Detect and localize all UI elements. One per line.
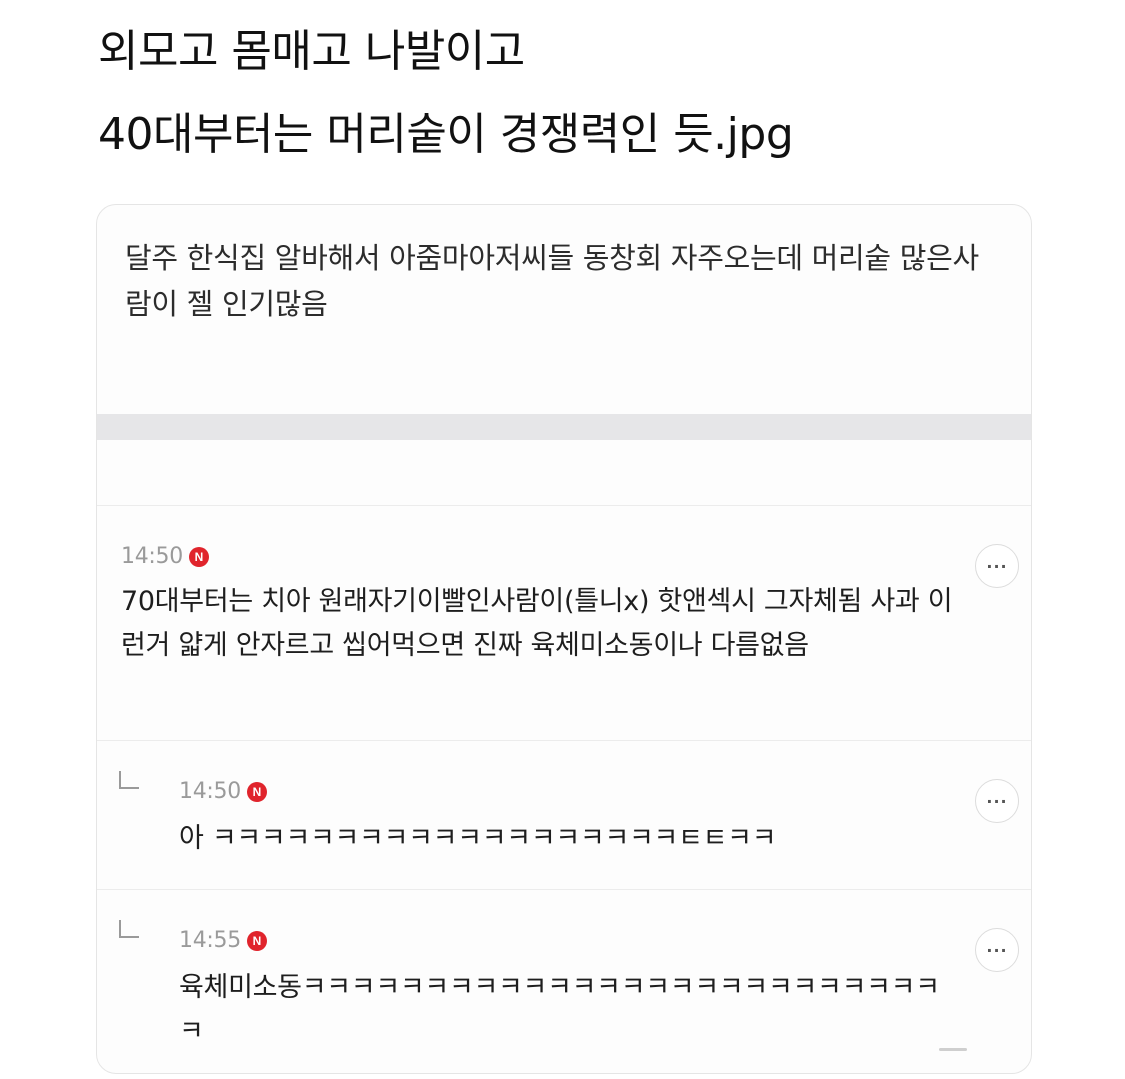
reply-arrow-icon [119,920,139,938]
reply-text: 아 ㅋㅋㅋㅋㅋㅋㅋㅋㅋㅋㅋㅋㅋㅋㅋㅋㅋㅋㅋㅌㅌㅋㅋ [179,823,777,854]
scroll-indicator [939,1048,967,1051]
post-body-text: 달주 한식집 알바해서 아줌마아저씨들 동창회 자주오는데 머리숱 많은사람이 … [125,241,979,321]
title-line-2: 40대부터는 머리숱이 경쟁력인 듯.jpg [98,109,794,160]
reply-time: 14:50 [179,779,241,804]
more-options-button[interactable]: ··· [975,928,1019,972]
reply-item: 14:50 N ··· 아 ㅋㅋㅋㅋㅋㅋㅋㅋㅋㅋㅋㅋㅋㅋㅋㅋㅋㅋㅋㅌㅌㅋㅋ [97,741,1031,890]
new-badge-icon: N [246,930,267,951]
comment-item: 14:50 N ··· 70대부터는 치아 원래자기이빨인사람이(틀니x) 핫앤… [97,506,1031,741]
reply-meta: 14:55 N [179,928,267,953]
new-badge-icon: N [246,781,267,802]
comment-meta: 14:50 N [121,544,209,569]
more-options-button[interactable]: ··· [975,779,1019,823]
reply-item: 14:55 N ··· 육체미소동ㅋㅋㅋㅋㅋㅋㅋㅋㅋㅋㅋㅋㅋㅋㅋㅋㅋㅋㅋㅋㅋㅋㅋ… [97,890,1031,1070]
post-title: 외모고 몸매고 나발이고 40대부터는 머리숱이 경쟁력인 듯.jpg [98,28,1058,194]
screenshot-card: 달주 한식집 알바해서 아줌마아저씨들 동창회 자주오는데 머리숱 많은사람이 … [96,204,1032,1074]
reply-arrow-icon [119,771,139,789]
section-divider [97,414,1031,440]
more-options-button[interactable]: ··· [975,544,1019,588]
new-badge-icon: N [188,546,209,567]
title-line-1: 외모고 몸매고 나발이고 [98,26,525,77]
comment-list: 14:50 N ··· 70대부터는 치아 원래자기이빨인사람이(틀니x) 핫앤… [97,505,1031,1070]
comment-text: 70대부터는 치아 원래자기이빨인사람이(틀니x) 핫앤섹시 그자체됨 사과 이… [121,586,953,661]
reply-text: 육체미소동ㅋㅋㅋㅋㅋㅋㅋㅋㅋㅋㅋㅋㅋㅋㅋㅋㅋㅋㅋㅋㅋㅋㅋㅋㅋㅋㅋ [179,972,940,1047]
comment-time: 14:50 [121,544,183,569]
reply-time: 14:55 [179,928,241,953]
reply-meta: 14:50 N [179,779,267,804]
